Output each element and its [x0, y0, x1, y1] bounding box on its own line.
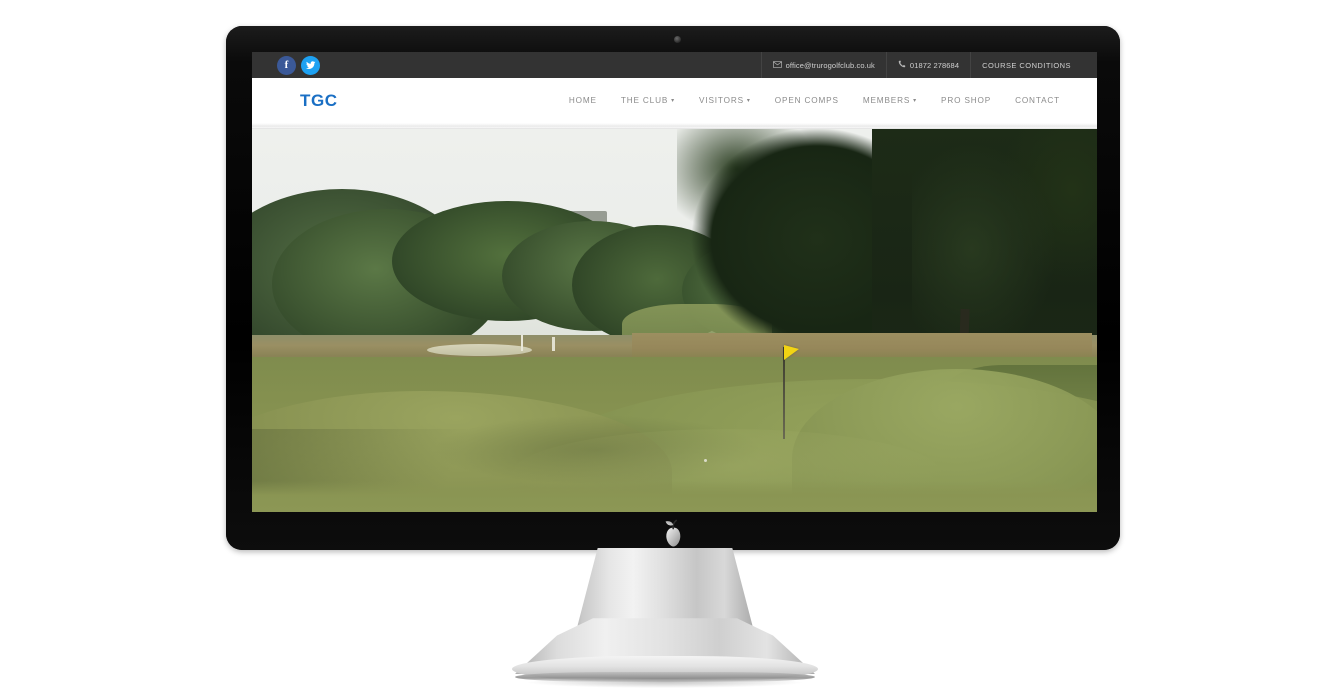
course-conditions-text: COURSE CONDITIONS	[982, 60, 1071, 70]
main-navigation: HOME THE CLUB ▾ VISITORS ▾ OPEN COMPS ME	[557, 96, 1072, 105]
nav-item-members[interactable]: MEMBERS ▾	[851, 96, 929, 105]
nav-item-pro-shop[interactable]: PRO SHOP	[929, 96, 1003, 105]
twitter-icon[interactable]	[301, 55, 320, 75]
webcam-icon	[674, 36, 681, 43]
nav-item-visitors[interactable]: VISITORS ▾	[687, 96, 763, 105]
nav-label: THE CLUB	[620, 96, 669, 105]
monitor-mockup: f office@trurogolfclub.co.uk 01872 27868…	[226, 26, 1120, 550]
social-links: f	[277, 55, 320, 75]
nav-label: MEMBERS	[862, 96, 911, 105]
nav-item-open-comps[interactable]: OPEN COMPS	[763, 96, 851, 105]
green-apron	[252, 481, 1097, 512]
browser-viewport: f office@trurogolfclub.co.uk 01872 27868…	[252, 52, 1097, 512]
monitor-stand-shadow	[527, 678, 803, 688]
phone-contact[interactable]: 01872 278684	[885, 52, 970, 78]
pear-logo-icon	[656, 518, 690, 548]
nav-label: PRO SHOP	[941, 96, 992, 105]
site-header: TGC HOME THE CLUB ▾ VISITORS ▾ OPEN COMP…	[252, 78, 1097, 123]
phone-icon	[898, 60, 906, 70]
nav-item-home[interactable]: HOME	[557, 96, 609, 105]
chevron-down-icon: ▾	[913, 98, 918, 104]
flag-pin	[783, 347, 785, 439]
envelope-icon	[772, 60, 782, 70]
nav-item-contact[interactable]: CONTACT	[1003, 96, 1072, 105]
hero-image	[252, 129, 1097, 512]
chevron-down-icon: ▾	[746, 98, 751, 104]
facebook-icon[interactable]: f	[277, 55, 296, 75]
topbar-contact-group: office@trurogolfclub.co.uk 01872 278684 …	[760, 52, 1097, 78]
email-contact[interactable]: office@trurogolfclub.co.uk	[760, 52, 886, 78]
course-conditions-link[interactable]: COURSE CONDITIONS	[970, 52, 1097, 78]
screenshot-canvas: f office@trurogolfclub.co.uk 01872 27868…	[0, 0, 1330, 700]
sand-bunker	[427, 344, 532, 356]
course-marker-post	[521, 335, 523, 351]
chevron-down-icon: ▾	[671, 98, 676, 104]
course-marker-post	[552, 337, 555, 351]
email-text: office@trurogolfclub.co.uk	[785, 60, 875, 70]
nav-label: HOME	[568, 96, 597, 105]
golf-flag-icon	[784, 345, 799, 360]
golf-ball	[704, 459, 707, 462]
nav-label: VISITORS	[699, 96, 744, 105]
nav-item-the-club[interactable]: THE CLUB ▾	[609, 96, 687, 105]
course-bank	[632, 333, 1092, 359]
phone-text: 01872 278684	[909, 60, 960, 70]
nav-label: CONTACT	[1015, 96, 1060, 105]
nav-label: OPEN COMPS	[774, 96, 839, 105]
site-logo[interactable]: TGC	[300, 91, 338, 111]
site-topbar: f office@trurogolfclub.co.uk 01872 27868…	[252, 52, 1097, 78]
